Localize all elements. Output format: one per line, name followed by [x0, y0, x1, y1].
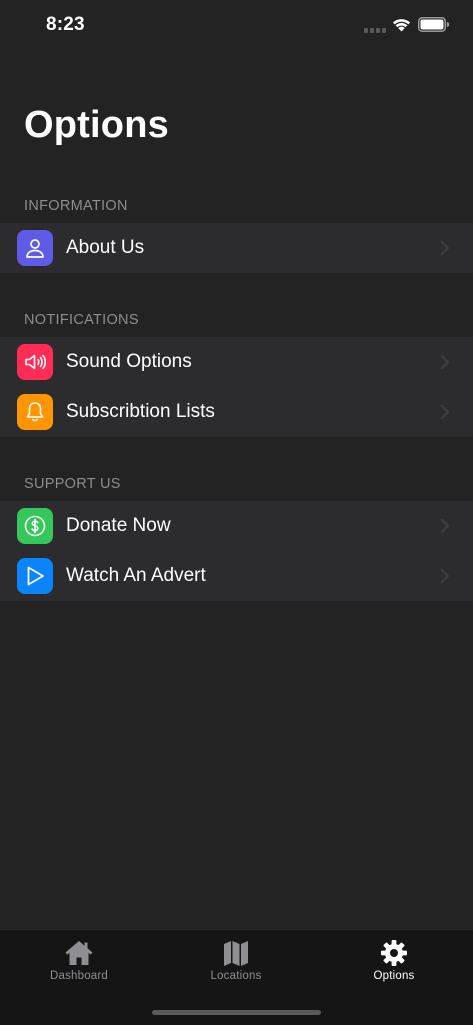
- play-icon: [27, 566, 44, 586]
- section-header-information: INFORMATION: [24, 198, 128, 214]
- tab-label-options: Options: [373, 970, 415, 982]
- tab-label-dashboard: Dashboard: [49, 970, 109, 982]
- house-icon: [65, 941, 93, 965]
- page-title: Options: [24, 104, 169, 146]
- group-support-us: Donate Now Watch An Advert: [0, 501, 473, 601]
- gear-icon: [381, 940, 407, 966]
- speaker-icon: [25, 354, 47, 370]
- status-time: 8:23: [46, 14, 85, 35]
- section-header-support-us: SUPPORT US: [24, 476, 121, 492]
- sound-options-icon-tile: [17, 344, 53, 380]
- dollar-icon: [24, 515, 46, 537]
- row-label-about-us: About Us: [66, 237, 145, 258]
- about-us-icon-tile: [17, 230, 53, 266]
- chevron-right-icon: [441, 569, 449, 583]
- wifi-icon: [392, 19, 411, 32]
- group-notifications: Sound Options Subscribtion Lists: [0, 337, 473, 437]
- row-label-donate-now: Donate Now: [66, 515, 171, 536]
- section-header-notifications: NOTIFICATIONS: [24, 312, 139, 328]
- battery-icon: [418, 17, 449, 32]
- row-about-us[interactable]: About Us: [0, 223, 473, 273]
- tab-options[interactable]: Options: [334, 938, 454, 982]
- bell-icon: [26, 402, 44, 422]
- row-watch-an-advert[interactable]: Watch An Advert: [0, 551, 473, 601]
- chevron-right-icon: [441, 355, 449, 369]
- chevron-right-icon: [441, 519, 449, 533]
- row-donate-now[interactable]: Donate Now: [0, 501, 473, 551]
- row-label-sound-options: Sound Options: [66, 351, 192, 372]
- subscription-lists-icon-tile: [17, 394, 53, 430]
- status-bar: 8:23: [0, 0, 473, 54]
- map-icon: [224, 941, 248, 966]
- signal-icon: [364, 28, 386, 33]
- row-label-watch-an-advert: Watch An Advert: [66, 565, 206, 586]
- tab-dashboard[interactable]: Dashboard: [19, 938, 139, 982]
- row-sound-options[interactable]: Sound Options: [0, 337, 473, 387]
- group-information: About Us: [0, 223, 473, 273]
- chevron-right-icon: [441, 405, 449, 419]
- tab-label-locations: Locations: [210, 970, 262, 982]
- home-indicator: [152, 1010, 321, 1015]
- row-subscription-lists[interactable]: Subscribtion Lists: [0, 387, 473, 437]
- tab-bar: Dashboard Locations Options: [0, 929, 473, 1025]
- watch-an-advert-icon-tile: [17, 558, 53, 594]
- chevron-right-icon: [441, 241, 449, 255]
- row-label-subscription-lists: Subscribtion Lists: [66, 401, 215, 422]
- person-icon: [26, 239, 44, 258]
- donate-now-icon-tile: [17, 508, 53, 544]
- tab-locations[interactable]: Locations: [176, 938, 296, 982]
